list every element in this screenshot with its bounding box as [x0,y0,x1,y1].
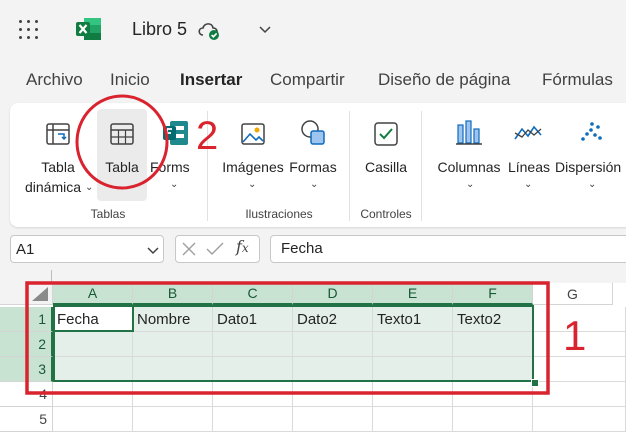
cell-a4[interactable] [53,382,133,407]
cell-b3[interactable] [133,357,213,382]
dispersion-label[interactable]: Dispersión [555,159,626,175]
tabla-dinamica-label-2[interactable]: dinámica [22,179,84,195]
imagenes-label[interactable]: Imágenes [220,159,286,175]
cell-f4[interactable] [453,382,533,407]
cell-a1[interactable]: Fecha [53,307,133,332]
cell-e5[interactable] [373,407,453,432]
confirm-icon[interactable] [206,241,224,257]
cell-a3[interactable] [53,357,133,382]
cell-c5[interactable] [213,407,293,432]
cell-f3[interactable] [453,357,533,382]
shapes-icon[interactable] [299,119,327,147]
cell-g4[interactable] [533,382,626,407]
menu-formulas[interactable]: Fórmulas [542,70,613,90]
cell-c4[interactable] [213,382,293,407]
line-chart-icon[interactable] [513,121,543,145]
cell-c3[interactable] [213,357,293,382]
row-header-3[interactable]: 3 [0,357,53,382]
cell-f5[interactable] [453,407,533,432]
column-header-f[interactable]: F [453,283,533,305]
name-box-value: A1 [16,241,35,258]
forms-label[interactable]: Forms [150,159,194,175]
cell-g5[interactable] [533,407,626,432]
cell-f2[interactable] [453,332,533,357]
cell-d5[interactable] [293,407,373,432]
annotation-label-2: 2 [196,114,219,158]
splitter[interactable] [51,270,52,284]
formula-bar-input[interactable] [270,235,626,263]
chevron-down-icon[interactable]: ⌄ [248,179,256,190]
chevron-down-icon[interactable] [146,243,160,257]
cell-e1[interactable]: Texto1 [373,307,453,332]
column-header-b[interactable]: B [133,283,213,305]
menu-archivo[interactable]: Archivo [26,70,83,90]
chevron-down-icon[interactable] [258,22,272,36]
chevron-down-icon[interactable]: ⌄ [524,179,532,190]
cloud-saved-icon [198,23,219,40]
chevron-down-icon[interactable]: ⌄ [588,179,596,190]
chevron-down-icon[interactable]: ⌄ [466,179,474,190]
annotation-label-1: 1 [563,312,587,359]
chevron-down-icon[interactable]: ⌄ [85,182,93,193]
fill-handle[interactable] [531,379,539,387]
menu-inicio[interactable]: Inicio [110,70,150,90]
cell-g3[interactable] [533,357,626,382]
table-icon[interactable] [109,121,135,147]
column-header-d[interactable]: D [293,283,373,305]
row-header-4[interactable]: 4 [0,382,53,407]
cell-d1[interactable]: Dato2 [293,307,373,332]
cell-d3[interactable] [293,357,373,382]
app-launcher-icon[interactable] [19,20,39,40]
cancel-icon[interactable] [181,241,197,257]
columnas-label[interactable]: Columnas [434,159,504,175]
cell-e2[interactable] [373,332,453,357]
cell-e4[interactable] [373,382,453,407]
checkbox-icon[interactable] [373,121,399,147]
cell-c2[interactable] [213,332,293,357]
cell-e3[interactable] [373,357,453,382]
cell-d2[interactable] [293,332,373,357]
column-header-g[interactable]: G [533,283,613,305]
group-label-ilustraciones: Ilustraciones [245,207,313,221]
formas-label[interactable]: Formas [286,159,340,175]
ribbon-separator [421,111,422,221]
row-header-5[interactable]: 5 [0,407,53,432]
row-header-2[interactable]: 2 [0,332,53,357]
image-icon[interactable] [240,121,266,147]
tabla-label[interactable]: Tabla [97,159,147,175]
chevron-down-icon[interactable]: ⌄ [170,179,178,190]
lineas-label[interactable]: Líneas [506,159,552,175]
group-label-controles: Controles [360,207,412,221]
tabla-dinamica-label-1[interactable]: Tabla [30,159,86,175]
formula-bar-value: Fecha [281,240,323,257]
cell-a5[interactable] [53,407,133,432]
forms-icon[interactable] [162,119,190,147]
column-header-c[interactable]: C [213,283,293,305]
column-header-e[interactable]: E [373,283,453,305]
cell-b2[interactable] [133,332,213,357]
cell-c1[interactable]: Dato1 [213,307,293,332]
menu-diseno-pagina[interactable]: Diseño de página [378,70,510,90]
menu-compartir[interactable]: Compartir [270,70,345,90]
insert-function-icon[interactable]: fx [236,237,249,256]
document-title[interactable]: Libro 5 [132,19,187,40]
cell-b1[interactable]: Nombre [133,307,213,332]
casilla-label[interactable]: Casilla [360,159,412,175]
chevron-down-icon[interactable]: ⌄ [310,179,318,190]
select-all-triangle-icon[interactable] [30,285,50,303]
menu-insertar[interactable]: Insertar [180,70,242,90]
cell-d4[interactable] [293,382,373,407]
row-header-1[interactable]: 1 [0,307,53,332]
scatter-chart-icon[interactable] [578,121,604,145]
cell-a2[interactable] [53,332,133,357]
ribbon-separator [349,111,350,221]
cell-b4[interactable] [133,382,213,407]
column-header-a[interactable]: A [53,283,133,305]
cell-b5[interactable] [133,407,213,432]
column-chart-icon[interactable] [455,119,483,147]
excel-logo-icon [76,18,101,40]
group-label-tablas: Tablas [90,207,126,221]
pivot-table-icon[interactable] [45,121,71,147]
cell-f1[interactable]: Texto2 [453,307,533,332]
